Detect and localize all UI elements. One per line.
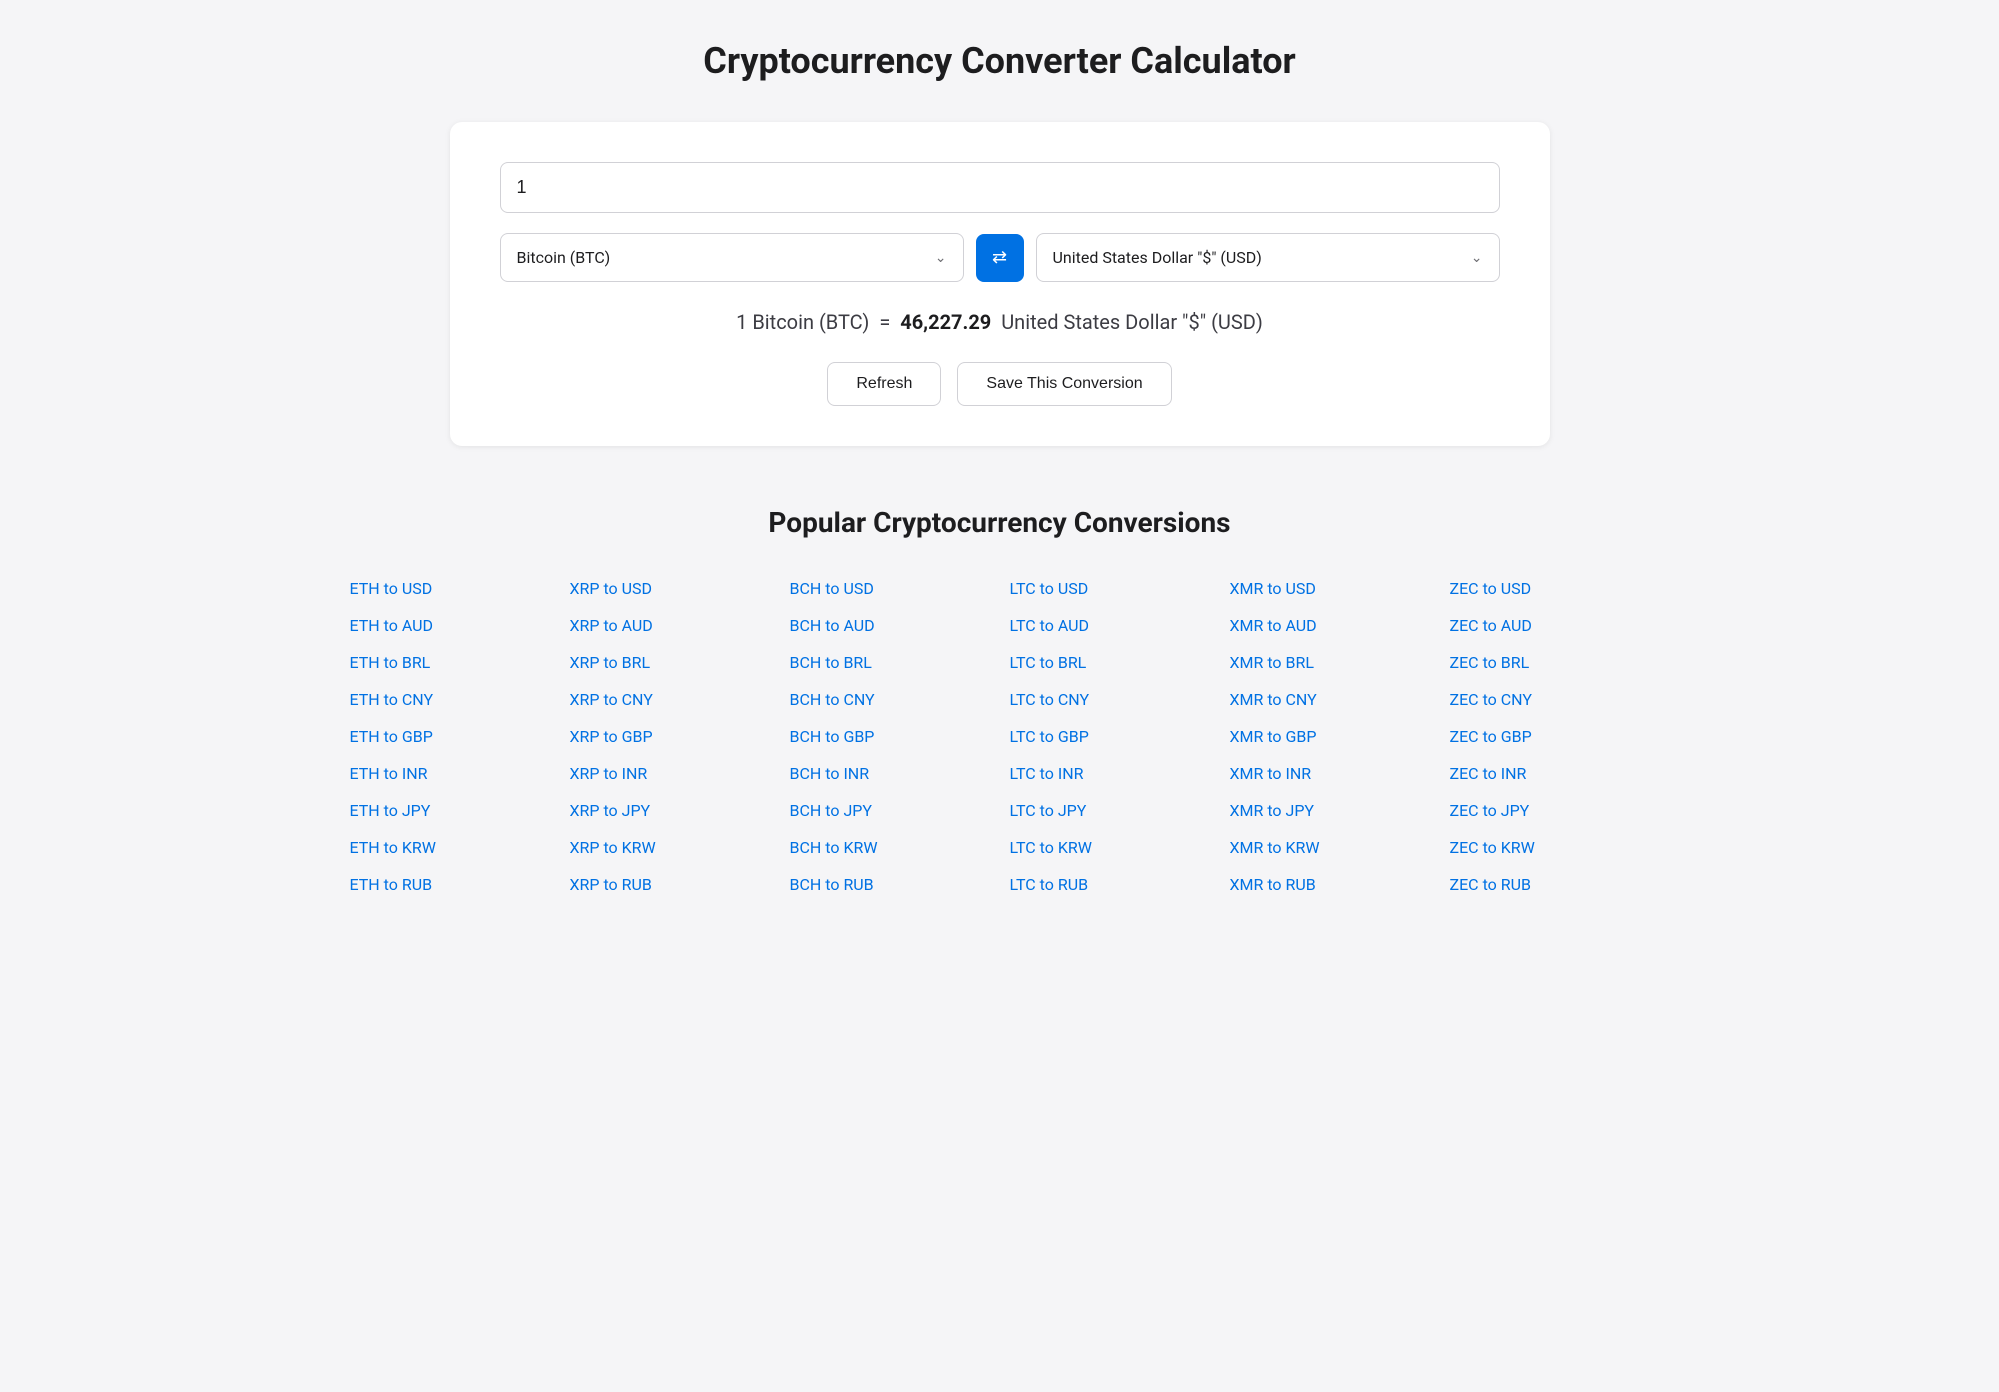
conversion-link[interactable]: LTC to BRL: [1010, 649, 1210, 676]
conversion-link[interactable]: LTC to CNY: [1010, 686, 1210, 713]
conversion-link[interactable]: XMR to INR: [1230, 760, 1430, 787]
conversion-link[interactable]: ETH to CNY: [350, 686, 550, 713]
conversion-link[interactable]: LTC to USD: [1010, 575, 1210, 602]
conversion-link[interactable]: XRP to AUD: [570, 612, 770, 639]
currency-row: Bitcoin (BTC) ⌄ ⇄ United States Dollar "…: [500, 233, 1500, 282]
conversions-grid: ETH to USD ETH to AUD ETH to BRL ETH to CNY…: [350, 575, 1650, 898]
conversion-link[interactable]: ETH to JPY: [350, 797, 550, 824]
conversion-link[interactable]: XMR to USD: [1230, 575, 1430, 602]
result-line: 1 Bitcoin (BTC) = 46,227.29 United State…: [500, 310, 1500, 334]
conversion-link[interactable]: LTC to AUD: [1010, 612, 1210, 639]
conversion-column-5: ZEC to USD ZEC to AUD ZEC to BRL ZEC to CNY…: [1450, 575, 1650, 898]
result-value: 46,227.29: [900, 310, 991, 334]
conversion-link[interactable]: ETH to RUB: [350, 871, 550, 898]
conversion-link[interactable]: XMR to KRW: [1230, 834, 1430, 861]
to-currency-label: United States Dollar "$" (USD): [1053, 248, 1471, 267]
conversion-column-1: XRP to USD XRP to AUD XRP to BRL XRP to CNY…: [570, 575, 770, 898]
result-from-label: 1 Bitcoin (BTC): [736, 310, 869, 334]
conversion-link[interactable]: LTC to JPY: [1010, 797, 1210, 824]
conversion-link[interactable]: ETH to BRL: [350, 649, 550, 676]
conversion-link[interactable]: BCH to CNY: [790, 686, 990, 713]
conversion-link[interactable]: ZEC to INR: [1450, 760, 1650, 787]
conversion-link[interactable]: XRP to GBP: [570, 723, 770, 750]
conversion-link[interactable]: BCH to USD: [790, 575, 990, 602]
conversion-column-0: ETH to USD ETH to AUD ETH to BRL ETH to CNY…: [350, 575, 550, 898]
conversion-column-4: XMR to USD XMR to AUD XMR to BRL XMR to CNY…: [1230, 575, 1430, 898]
conversion-link[interactable]: XRP to BRL: [570, 649, 770, 676]
to-currency-chevron-icon: ⌄: [1471, 250, 1483, 266]
conversion-link[interactable]: BCH to JPY: [790, 797, 990, 824]
conversion-link[interactable]: XMR to BRL: [1230, 649, 1430, 676]
conversion-link[interactable]: ZEC to GBP: [1450, 723, 1650, 750]
conversion-link[interactable]: ZEC to BRL: [1450, 649, 1650, 676]
conversion-link[interactable]: XMR to CNY: [1230, 686, 1430, 713]
conversion-link[interactable]: BCH to AUD: [790, 612, 990, 639]
conversion-link[interactable]: LTC to KRW: [1010, 834, 1210, 861]
conversion-link[interactable]: LTC to INR: [1010, 760, 1210, 787]
conversion-link[interactable]: XRP to JPY: [570, 797, 770, 824]
from-currency-label: Bitcoin (BTC): [517, 248, 935, 267]
conversion-link[interactable]: ZEC to AUD: [1450, 612, 1650, 639]
conversion-link[interactable]: XRP to RUB: [570, 871, 770, 898]
conversion-link[interactable]: ZEC to JPY: [1450, 797, 1650, 824]
conversion-link[interactable]: ETH to GBP: [350, 723, 550, 750]
swap-button[interactable]: ⇄: [976, 234, 1024, 282]
conversion-link[interactable]: ZEC to RUB: [1450, 871, 1650, 898]
save-conversion-button[interactable]: Save This Conversion: [957, 362, 1171, 406]
swap-icon: ⇄: [992, 247, 1007, 268]
conversion-link[interactable]: XMR to AUD: [1230, 612, 1430, 639]
conversion-link[interactable]: XMR to RUB: [1230, 871, 1430, 898]
conversion-link[interactable]: XRP to INR: [570, 760, 770, 787]
page-title: Cryptocurrency Converter Calculator: [80, 40, 1919, 82]
conversion-link[interactable]: ETH to KRW: [350, 834, 550, 861]
conversion-column-2: BCH to USD BCH to AUD BCH to BRL BCH to CNY…: [790, 575, 990, 898]
from-currency-chevron-icon: ⌄: [935, 250, 947, 266]
conversion-link[interactable]: ETH to AUD: [350, 612, 550, 639]
conversion-link[interactable]: XRP to CNY: [570, 686, 770, 713]
popular-title: Popular Cryptocurrency Conversions: [350, 506, 1650, 539]
to-currency-select[interactable]: United States Dollar "$" (USD) ⌄: [1036, 233, 1500, 282]
conversion-link[interactable]: XMR to JPY: [1230, 797, 1430, 824]
refresh-button[interactable]: Refresh: [827, 362, 941, 406]
conversion-column-3: LTC to USD LTC to AUD LTC to BRL LTC to CNY…: [1010, 575, 1210, 898]
conversion-link[interactable]: XMR to GBP: [1230, 723, 1430, 750]
conversion-link[interactable]: BCH to GBP: [790, 723, 990, 750]
conversion-link[interactable]: ZEC to CNY: [1450, 686, 1650, 713]
conversion-link[interactable]: LTC to GBP: [1010, 723, 1210, 750]
result-unit: United States Dollar "$" (USD): [1001, 310, 1263, 334]
from-currency-select[interactable]: Bitcoin (BTC) ⌄: [500, 233, 964, 282]
conversion-link[interactable]: BCH to INR: [790, 760, 990, 787]
conversion-link[interactable]: ZEC to KRW: [1450, 834, 1650, 861]
conversion-link[interactable]: ZEC to USD: [1450, 575, 1650, 602]
conversion-link[interactable]: BCH to RUB: [790, 871, 990, 898]
conversion-link[interactable]: XRP to KRW: [570, 834, 770, 861]
action-buttons: Refresh Save This Conversion: [500, 362, 1500, 406]
amount-input[interactable]: [500, 162, 1500, 213]
converter-card: Bitcoin (BTC) ⌄ ⇄ United States Dollar "…: [450, 122, 1550, 446]
conversion-link[interactable]: ETH to INR: [350, 760, 550, 787]
conversion-link[interactable]: XRP to USD: [570, 575, 770, 602]
popular-section: Popular Cryptocurrency Conversions ETH t…: [350, 506, 1650, 898]
conversion-link[interactable]: ETH to USD: [350, 575, 550, 602]
conversion-link[interactable]: BCH to BRL: [790, 649, 990, 676]
conversion-link[interactable]: LTC to RUB: [1010, 871, 1210, 898]
conversion-link[interactable]: BCH to KRW: [790, 834, 990, 861]
result-equals: =: [879, 310, 890, 334]
